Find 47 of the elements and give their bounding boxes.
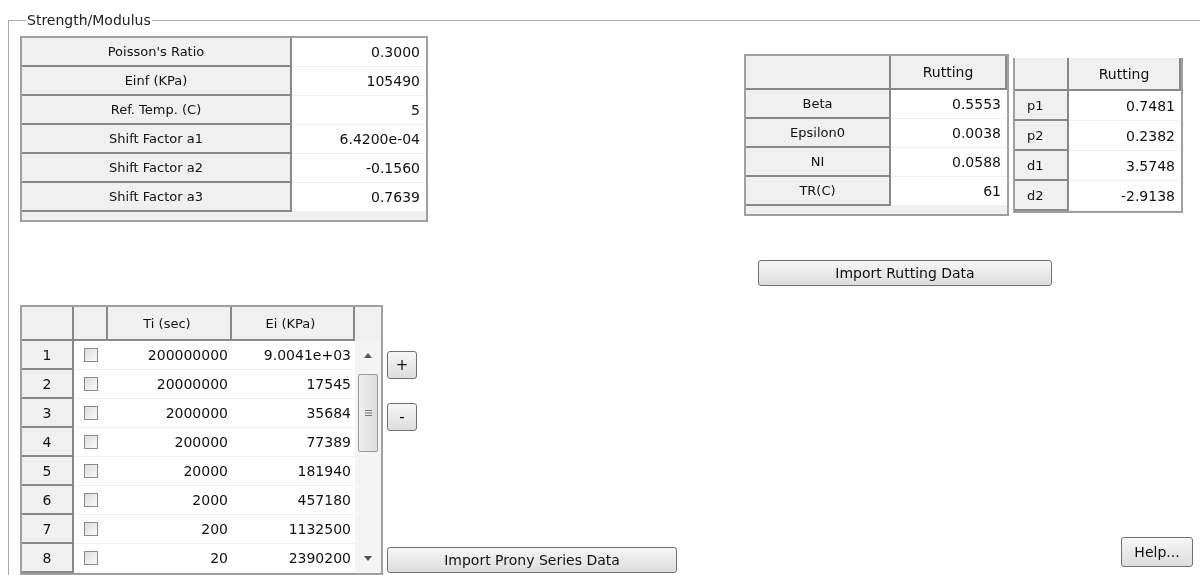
row-header: NI bbox=[746, 148, 891, 177]
checkbox[interactable] bbox=[84, 377, 98, 391]
checkbox[interactable] bbox=[84, 464, 98, 478]
scroll-up-icon[interactable] bbox=[364, 353, 372, 358]
row-number: 2 bbox=[22, 370, 74, 399]
row-header: Shift Factor a2 bbox=[22, 154, 292, 183]
row-header: Shift Factor a1 bbox=[22, 125, 292, 154]
import-prony-button[interactable]: Import Prony Series Data bbox=[387, 547, 677, 573]
row-header: Shift Factor a3 bbox=[22, 183, 292, 212]
row-header: TR(C) bbox=[746, 177, 891, 206]
column-header: Ei (KPa) bbox=[232, 307, 355, 341]
row-header: p2 bbox=[1015, 121, 1069, 151]
row-number: 7 bbox=[22, 515, 74, 544]
scroll-thumb[interactable] bbox=[358, 374, 378, 452]
row-number: 5 bbox=[22, 457, 74, 486]
row-header: d1 bbox=[1015, 151, 1069, 181]
row-number: 4 bbox=[22, 428, 74, 457]
row-number: 1 bbox=[22, 341, 74, 370]
checkbox[interactable] bbox=[84, 435, 98, 449]
column-header: Rutting bbox=[1069, 58, 1181, 91]
row-header: p1 bbox=[1015, 91, 1069, 121]
help-button[interactable]: Help... bbox=[1121, 537, 1193, 567]
row-number: 6 bbox=[22, 486, 74, 515]
checkbox[interactable] bbox=[84, 493, 98, 507]
row-header: Epsilon0 bbox=[746, 119, 891, 148]
scroll-down-icon[interactable] bbox=[364, 556, 372, 561]
row-header: Einf (KPa) bbox=[22, 67, 292, 96]
row-header: Poisson's Ratio bbox=[22, 38, 292, 67]
checkbox[interactable] bbox=[84, 522, 98, 536]
group-title: Strength/Modulus bbox=[26, 12, 152, 28]
add-button[interactable]: + bbox=[387, 351, 417, 379]
column-header: Ti (sec) bbox=[108, 307, 232, 341]
row-header: d2 bbox=[1015, 181, 1069, 211]
row-number: 3 bbox=[22, 399, 74, 428]
header-filler bbox=[355, 307, 381, 341]
corner-header bbox=[1015, 58, 1069, 91]
row-number: 8 bbox=[22, 544, 74, 573]
import-rutting-button[interactable]: Import Rutting Data bbox=[758, 260, 1052, 286]
corner-header bbox=[22, 307, 74, 341]
row-header: Ref. Temp. (C) bbox=[22, 96, 292, 125]
remove-button[interactable]: - bbox=[387, 403, 417, 431]
checkbox[interactable] bbox=[84, 551, 98, 565]
checkbox[interactable] bbox=[84, 348, 98, 362]
checkbox[interactable] bbox=[84, 406, 98, 420]
column-header: Rutting bbox=[891, 56, 1007, 90]
scrollbar[interactable] bbox=[355, 341, 381, 573]
row-header: Beta bbox=[746, 90, 891, 119]
